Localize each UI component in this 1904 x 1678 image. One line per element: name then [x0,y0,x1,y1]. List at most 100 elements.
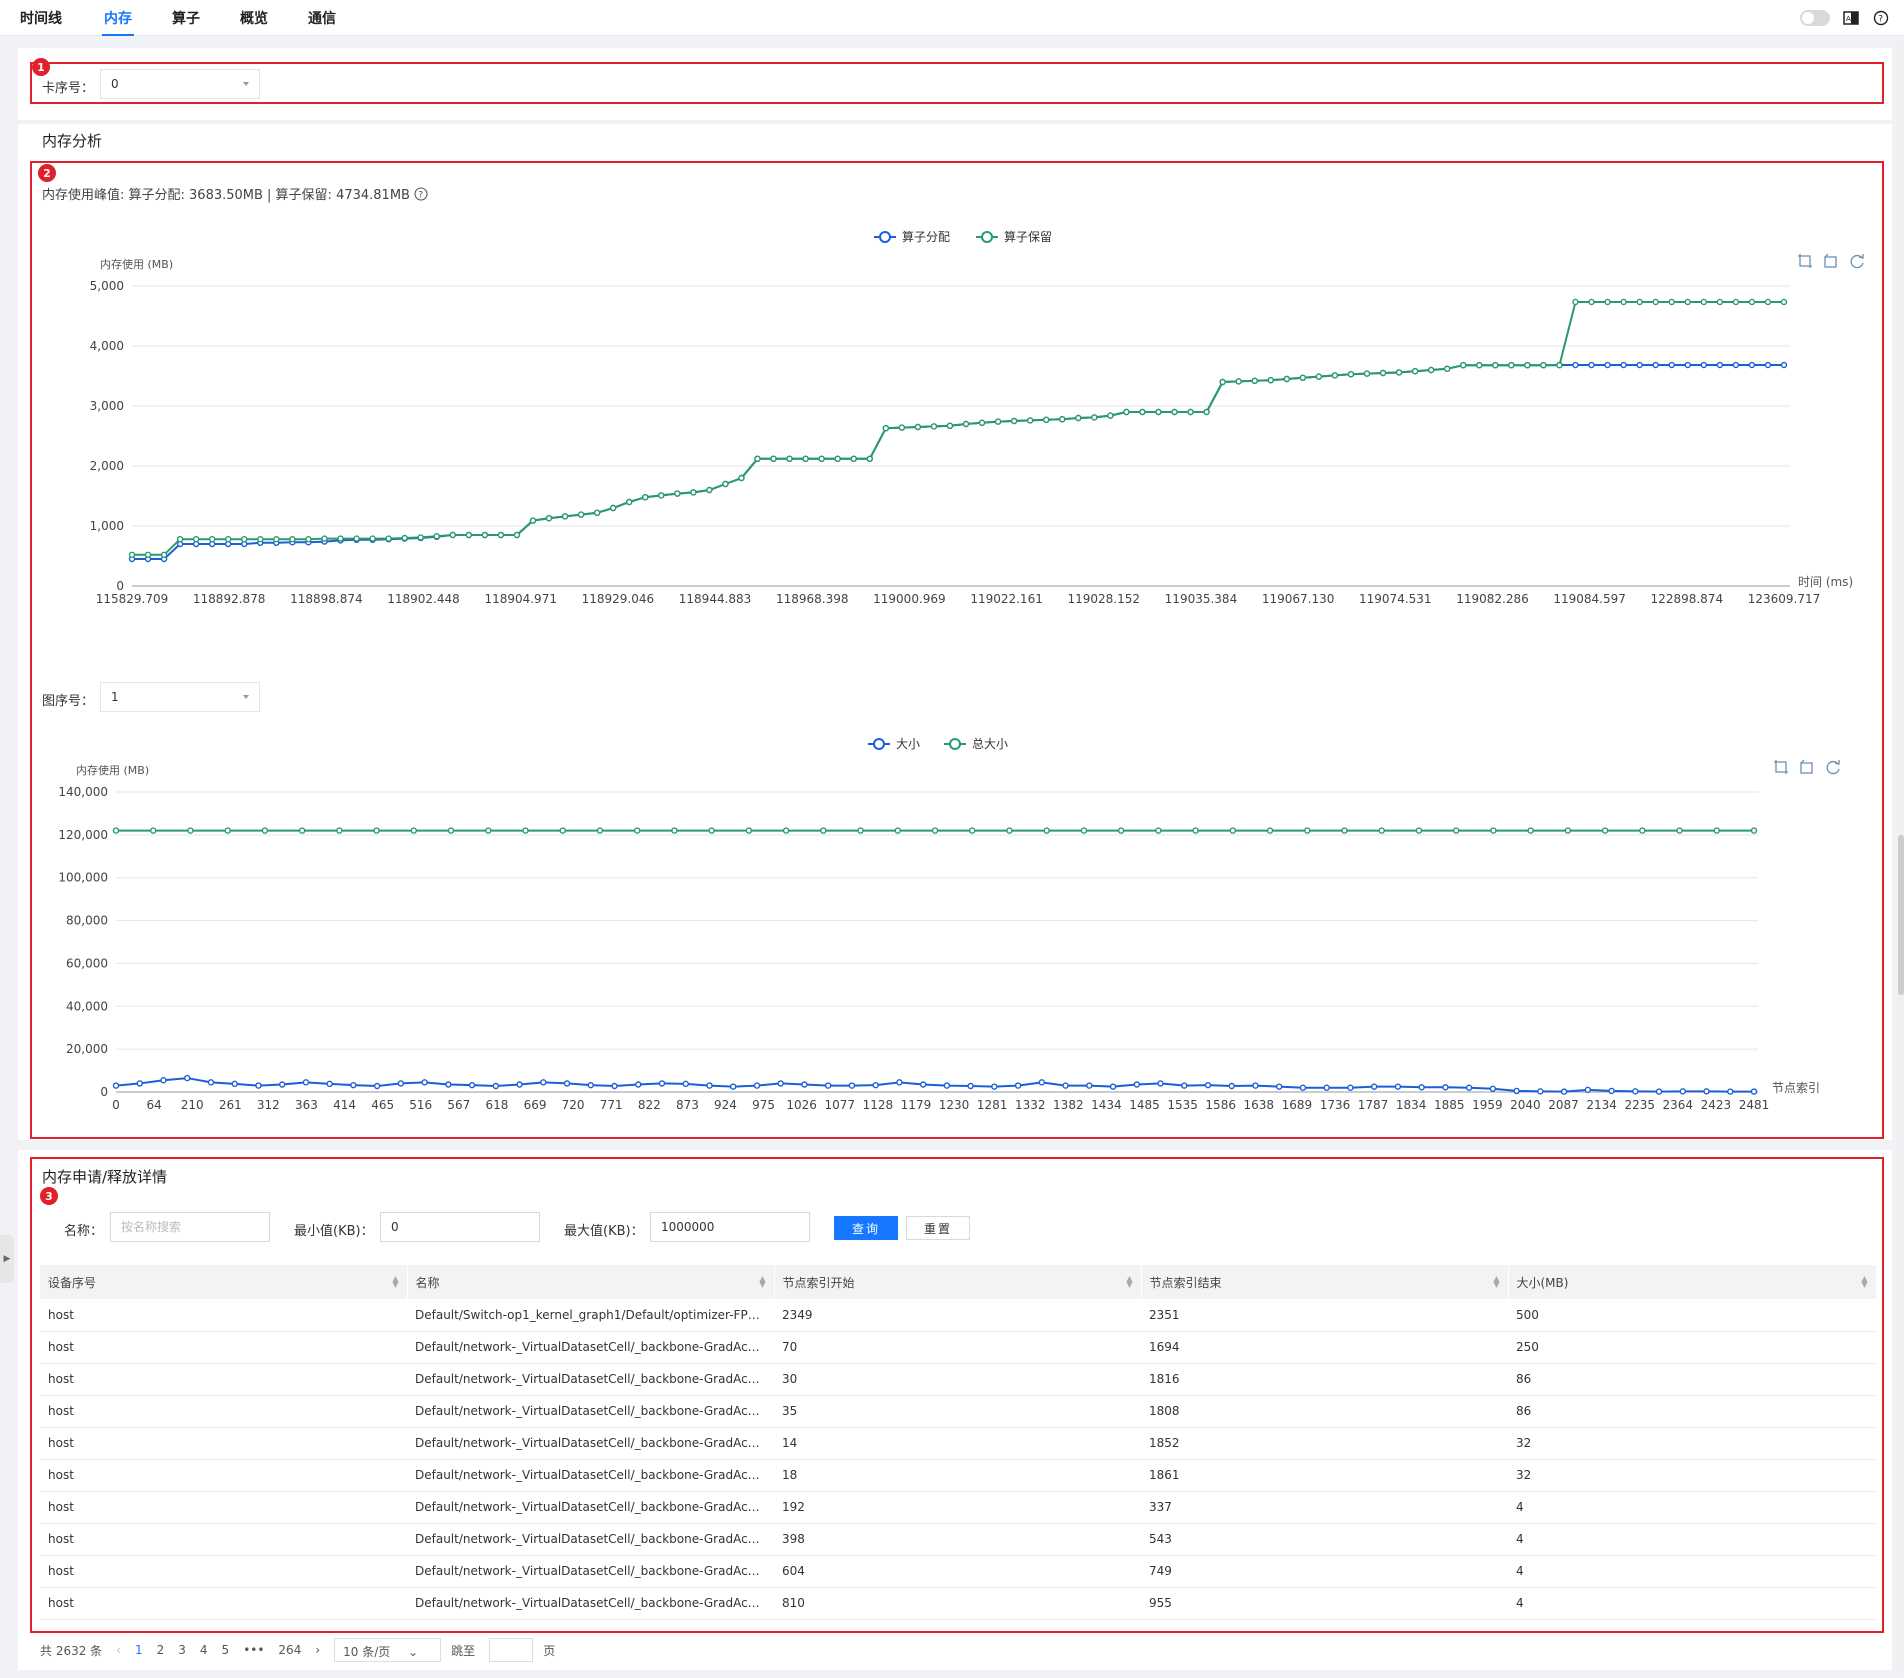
table-row[interactable]: host Default/network-_VirtualDatasetCell/… [40,1491,1876,1524]
table-row[interactable]: host Default/network-_VirtualDatasetCell/… [40,1363,1876,1396]
sort-icon[interactable]: ▲ ▼ [1126,1275,1132,1289]
data-point [176,536,184,543]
sort-icon[interactable]: ▲ ▼ [1493,1275,1499,1289]
page-ellipsis[interactable]: ••• [243,1643,264,1657]
zoom-reset-icon[interactable] [1824,253,1837,268]
tab-communication[interactable]: 通信 [308,8,336,28]
zoom-select-icon[interactable] [1798,254,1812,268]
reset-button[interactable]: 重置 [906,1216,970,1240]
jump-page-input[interactable] [489,1638,534,1662]
data-point [708,827,715,834]
data-point [1750,827,1758,834]
zoom-select-icon[interactable] [1774,760,1788,774]
sort-icon[interactable]: ▲ ▼ [759,1275,765,1289]
table-cell: 1694 [1141,1331,1508,1364]
table-cell: 810 [774,1587,1141,1620]
data-point [1267,376,1274,384]
table-cell: host [40,1491,407,1524]
data-point [241,536,248,543]
table-cell: 4 [1508,1491,1876,1524]
zoom-reset-icon[interactable] [1800,759,1813,774]
sort-icon[interactable]: ▲ ▼ [1861,1275,1867,1289]
data-point [658,1080,666,1087]
column-header-name[interactable]: 名称 ▲ ▼ [407,1265,775,1299]
table-row[interactable]: host Default/network-_VirtualDatasetCell/… [40,1331,1876,1364]
data-point [967,1082,974,1090]
data-point [848,1082,856,1089]
theme-toggle[interactable] [1800,10,1830,26]
table-row[interactable]: host Default/network-_VirtualDatasetCell/… [40,1523,1876,1556]
table-row[interactable]: host Default/network-_VirtualDatasetCell/… [40,1395,1876,1428]
prev-page-icon[interactable]: ‹ [116,1643,121,1657]
refresh-icon[interactable] [1850,254,1864,269]
x-tick-label: 1638 [1244,1098,1275,1112]
column-header-device[interactable]: 设备序号 ▲ ▼ [40,1265,408,1299]
table-row[interactable]: host Default/network-_VirtualDatasetCell/… [40,1555,1876,1588]
x-tick-label: 1128 [863,1098,894,1112]
table-row[interactable]: host Default/network-_VirtualDatasetCell/… [40,1427,1876,1460]
table-row[interactable]: host Default/network-_VirtualDatasetCell/… [40,1587,1876,1620]
column-header-size[interactable]: 大小(MB) ▲ ▼ [1508,1265,1877,1299]
page-5[interactable]: 5 [222,1643,230,1657]
page-size-select[interactable]: 10 条/页 ⌄ [334,1638,442,1662]
top-nav-bar: 时间线 内存 算子 概览 通信 A ? [0,0,1904,36]
icon-path [1774,760,1788,774]
data-point [302,1079,310,1086]
data-point [1323,1084,1330,1091]
data-point [1620,298,1627,306]
data-point [1489,1085,1497,1092]
tab-timeline[interactable]: 时间线 [20,8,62,28]
data-point [1171,408,1178,416]
min-value-input[interactable] [380,1212,540,1242]
table-row[interactable]: host Default/network-_VirtualDatasetCell/… [40,1459,1876,1492]
table-row[interactable]: host Default/Switch-op1_kernel_graph1/Def… [40,1299,1876,1332]
data-point [658,492,665,499]
legend-marker [873,738,885,750]
column-header-node-start[interactable]: 节点索引开始 ▲ ▼ [774,1265,1142,1299]
question-circle-icon[interactable]: ? [414,187,428,201]
data-point [1527,827,1534,834]
table-cell: 4 [1508,1555,1876,1588]
help-icon[interactable]: ? [1872,9,1890,27]
max-value-input[interactable] [650,1212,810,1242]
data-point [1283,375,1290,383]
scrollbar-thumb[interactable] [1898,835,1904,995]
data-point [1010,417,1018,425]
tab-operator[interactable]: 算子 [172,8,200,28]
page-4[interactable]: 4 [200,1643,208,1657]
table-cell: 955 [1141,1587,1508,1620]
data-point [671,827,678,834]
sidebar-expand-handle[interactable]: ▶ [0,1235,14,1283]
legend-label: 大小 [896,737,920,751]
data-point [753,1082,761,1089]
page-3[interactable]: 3 [178,1643,186,1657]
next-page-icon[interactable]: › [315,1643,320,1657]
column-header-node-end[interactable]: 节点索引结束 ▲ ▼ [1141,1265,1509,1299]
table-cell: 604 [774,1555,1141,1588]
sort-icon[interactable]: ▲ ▼ [392,1275,398,1289]
card-selector-dropdown[interactable]: 0 [100,69,260,99]
page-2[interactable]: 2 [157,1643,165,1657]
refresh-icon[interactable] [1826,760,1840,775]
data-point [770,455,777,463]
data-point [1750,1088,1758,1095]
data-point [559,827,566,834]
chevron-down-icon [243,695,249,699]
tab-overview[interactable]: 概览 [240,8,268,28]
name-search-input[interactable] [110,1212,270,1242]
query-button[interactable]: 查询 [834,1216,898,1240]
graph-selector-dropdown[interactable]: 1 [100,682,260,712]
data-point [1347,1084,1354,1091]
x-tick-label: 0 [112,1098,120,1112]
chevron-down-icon: ⌄ [408,1645,419,1659]
language-icon[interactable]: A [1842,9,1860,27]
icon-path [1824,256,1837,268]
data-point [1395,369,1403,376]
data-point [850,455,857,463]
page-1[interactable]: 1 [135,1643,143,1657]
data-point [587,1081,594,1089]
y-tick-label: 60,000 [66,956,108,970]
x-tick-label: 720 [562,1098,585,1112]
page-264[interactable]: 264 [278,1643,301,1657]
tab-memory[interactable]: 内存 [102,8,134,36]
